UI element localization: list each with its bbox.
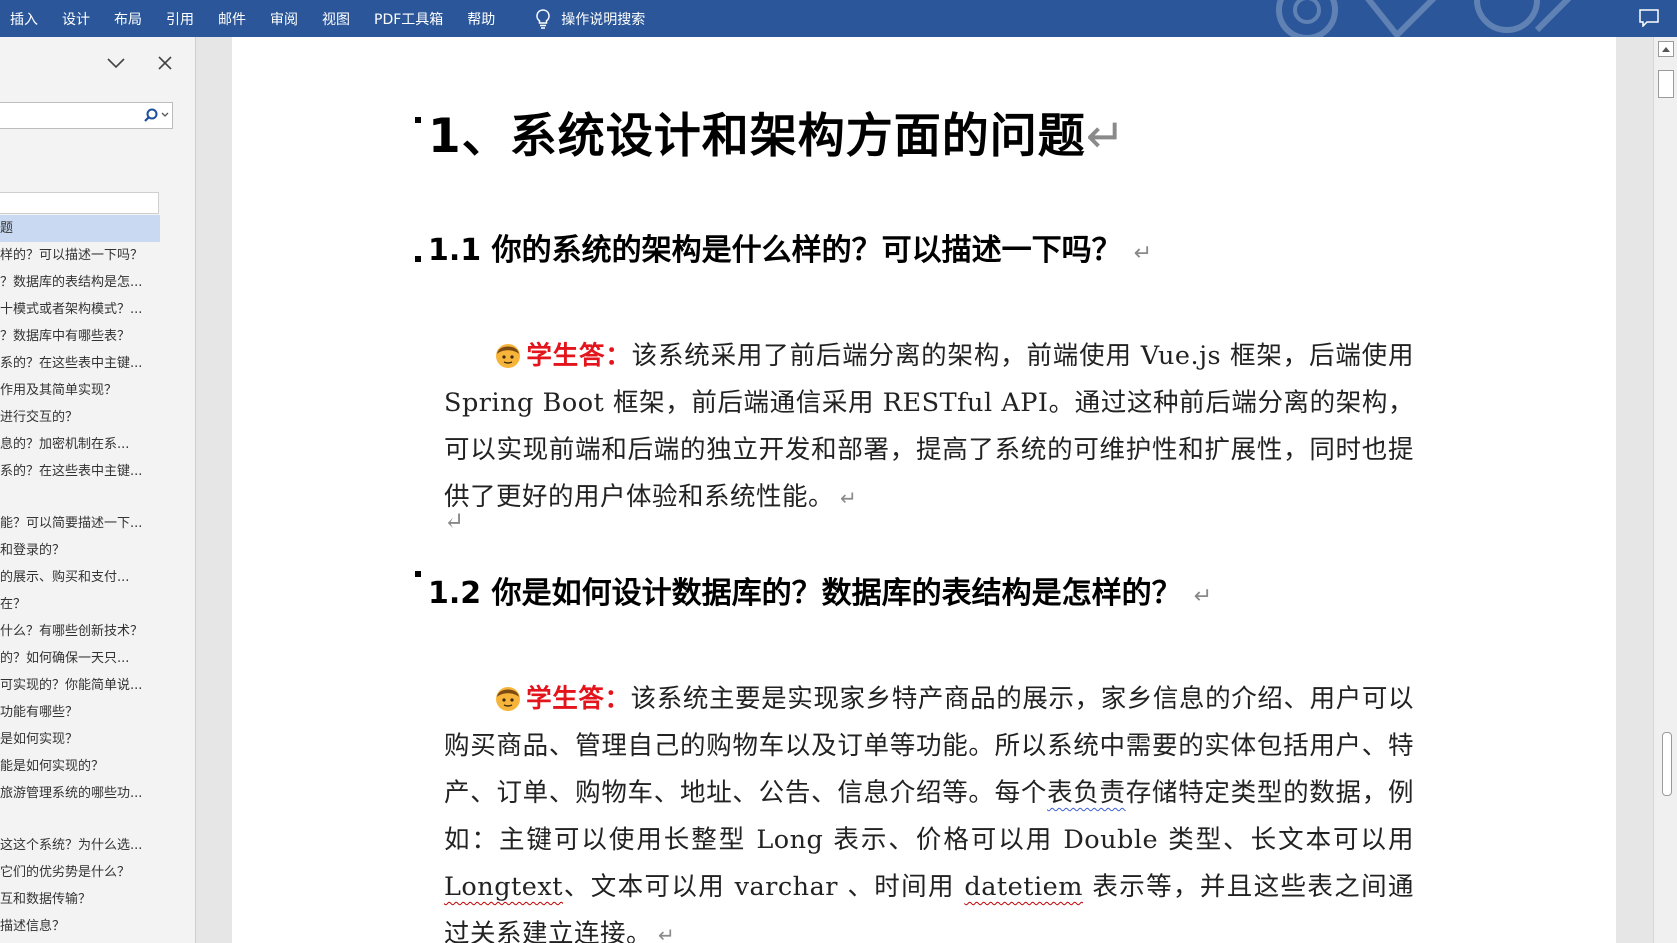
nav-heading-item[interactable]: 和登录的？	[0, 537, 160, 564]
heading-1-text: 1、系统设计和架构方面的问题	[428, 109, 1086, 164]
nav-heading-item[interactable]: 的？如何确保一天只...	[0, 645, 160, 672]
empty-paragraph-mark: ↵	[444, 507, 465, 535]
heading-2-text: 1.1 你的系统的架构是什么样的？可以描述一下吗？	[428, 233, 1122, 268]
nav-heading-item[interactable]: 它们的优劣势是什么？	[0, 859, 160, 886]
tab-help[interactable]: 帮助	[457, 9, 509, 29]
nav-heading-item[interactable]: 功能有哪些？	[0, 699, 160, 726]
paragraph-mark: ↵	[658, 923, 676, 943]
nav-heading-item[interactable]: 的展示、购买和支付...	[0, 564, 160, 591]
nav-heading-list: 题 样的？可以描述一下吗？ ？数据库的表结构是怎... 十模式或者架构模式？..…	[0, 215, 160, 940]
heading-bullet	[415, 256, 421, 262]
document-canvas: 1、系统设计和架构方面的问题↵ 1.1 你的系统的架构是什么样的？可以描述一下吗…	[196, 37, 1653, 943]
nav-heading-item[interactable]: 进行交互的？	[0, 404, 160, 431]
heading-bullet	[415, 571, 421, 577]
search-icon[interactable]	[144, 108, 158, 122]
grammar-flag-text[interactable]: 表负责	[1047, 778, 1126, 808]
nav-heading-item[interactable]: 十模式或者架构模式？...	[0, 296, 160, 323]
spelling-flag-text[interactable]: Longtext	[444, 872, 563, 902]
heading-1: 1、系统设计和架构方面的问题↵	[428, 97, 1126, 166]
tab-view[interactable]: 视图	[312, 9, 364, 29]
student-face-icon	[496, 344, 520, 368]
nav-heading-item[interactable]: 是如何实现？	[0, 726, 160, 753]
nav-heading-item[interactable]: 系的？在这些表中主键...	[0, 350, 160, 377]
scroll-thumb[interactable]	[1662, 732, 1672, 796]
paragraph-mark: ↵	[1133, 241, 1153, 266]
dropdown-arrow-icon[interactable]	[161, 112, 169, 118]
spelling-flag-text[interactable]: 关系建立	[470, 919, 574, 943]
chevron-down-icon[interactable]	[106, 57, 126, 69]
close-icon[interactable]	[158, 56, 172, 70]
vertical-scrollbar[interactable]	[1653, 37, 1677, 943]
heading-bullet	[415, 117, 421, 123]
nav-heading-item[interactable]: 互和数据传输？	[0, 886, 160, 913]
nav-heading-item[interactable]: ？数据库的表结构是怎...	[0, 269, 160, 296]
nav-heading-item[interactable]: 息的？加密机制在系...	[0, 431, 160, 458]
tab-layout[interactable]: 布局	[104, 9, 156, 29]
tell-me-label: 操作说明搜索	[561, 11, 646, 28]
nav-heading-item[interactable]: 什么？有哪些创新技术？	[0, 618, 160, 645]
tell-me-search[interactable]: 操作说明搜索	[535, 8, 646, 29]
nav-heading-item[interactable]: 可实现的？你能简单说...	[0, 672, 160, 699]
nav-heading-item[interactable]: 在？	[0, 591, 160, 618]
paragraph-mark: ↵	[1085, 109, 1127, 164]
tab-mailings[interactable]: 邮件	[208, 9, 260, 29]
nav-heading-item[interactable]: 样的？可以描述一下吗？	[0, 242, 160, 269]
nav-heading-item[interactable]: ？数据库中有哪些表？	[0, 323, 160, 350]
answer-label: 学生答：	[526, 341, 632, 371]
heading-2-text: 1.2 你是如何设计数据库的？数据库的表结构是怎样的？	[428, 576, 1182, 611]
spelling-flag-text[interactable]: datetiem	[964, 872, 1083, 902]
nav-heading-item[interactable]: 系的？在这些表中主键...	[0, 458, 160, 485]
nav-heading-item[interactable]: 旅游管理系统的哪些功...	[0, 780, 160, 807]
paragraph-mark: ↵	[840, 486, 858, 510]
answer-label: 学生答：	[526, 684, 631, 714]
tab-design[interactable]: 设计	[52, 9, 104, 29]
ribbon-tabs: 插入 设计 布局 引用 邮件 审阅 视图 PDF工具箱 帮助 操作说明搜索	[0, 0, 645, 37]
answer-paragraph-2: 学生答：该系统主要是实现家乡特产商品的展示，家乡信息的介绍、用户可以购买商品、管…	[444, 676, 1414, 943]
comments-icon[interactable]	[1639, 9, 1659, 27]
nav-search-input[interactable]	[0, 102, 173, 129]
nav-heading-item[interactable]: 题	[0, 215, 160, 242]
nav-heading-top[interactable]	[0, 192, 159, 214]
answer-paragraph-1: 学生答：该系统采用了前后端分离的架构，前端使用 Vue.js 框架，后端使用 S…	[444, 333, 1414, 522]
scroll-indicator-box[interactable]	[1658, 70, 1674, 98]
heading-2-section-2: 1.2 你是如何设计数据库的？数据库的表结构是怎样的？ ↵	[428, 568, 1212, 612]
ribbon-bar: 插入 设计 布局 引用 邮件 审阅 视图 PDF工具箱 帮助 操作说明搜索	[0, 0, 1677, 37]
arrow-up-icon	[1662, 47, 1670, 52]
nav-heading-item[interactable]: 作用及其简单实现？	[0, 377, 160, 404]
scroll-up-button[interactable]	[1658, 41, 1674, 57]
tab-insert[interactable]: 插入	[0, 9, 52, 29]
ribbon-decoration-graphic	[1276, 0, 1572, 37]
nav-heading-item[interactable]: 能？可以简要描述一下...	[0, 510, 160, 537]
tab-review[interactable]: 审阅	[260, 9, 312, 29]
lightbulb-icon	[536, 8, 551, 29]
document-page[interactable]: 1、系统设计和架构方面的问题↵ 1.1 你的系统的架构是什么样的？可以描述一下吗…	[232, 37, 1616, 943]
navigation-pane: 题 样的？可以描述一下吗？ ？数据库的表结构是怎... 十模式或者架构模式？..…	[0, 37, 196, 943]
paragraph-mark: ↵	[1193, 584, 1213, 609]
heading-2-section-1: 1.1 你的系统的架构是什么样的？可以描述一下吗？ ↵	[428, 225, 1152, 269]
student-face-icon	[496, 687, 520, 711]
nav-heading-item[interactable]: 描述信息？	[0, 913, 160, 940]
tab-references[interactable]: 引用	[156, 9, 208, 29]
nav-heading-item[interactable]: 能是如何实现的？	[0, 753, 160, 780]
answer-text: 、文本可以用 varchar 、时间用	[563, 872, 965, 902]
nav-heading-item[interactable]: 这这个系统？为什么选...	[0, 832, 160, 859]
answer-text: 连接。	[574, 919, 653, 943]
tab-pdf-toolbox[interactable]: PDF工具箱	[364, 9, 457, 29]
